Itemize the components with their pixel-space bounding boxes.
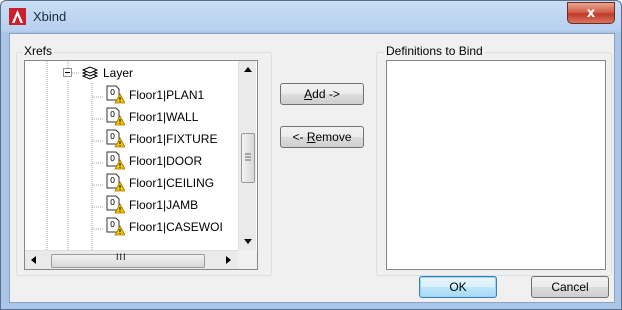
xrefs-label: Xrefs bbox=[22, 44, 55, 58]
scroll-down-icon[interactable] bbox=[244, 239, 252, 244]
xref-layer-warning-icon: 0 bbox=[106, 85, 125, 104]
definitions-list[interactable] bbox=[386, 60, 606, 270]
tree-item-label: Floor1|WALL bbox=[129, 110, 199, 124]
thumb-grip-text: III bbox=[116, 252, 127, 262]
close-icon: x bbox=[586, 5, 596, 21]
autocad-logo-icon bbox=[9, 8, 26, 25]
svg-text:0: 0 bbox=[110, 198, 115, 207]
tree-item-label: Floor1|FIXTURE bbox=[129, 132, 218, 146]
title-bar[interactable]: Xbind x bbox=[1, 1, 621, 31]
tree-item-label: Floor1|CASEWOI bbox=[129, 220, 223, 234]
horizontal-scroll-thumb[interactable]: III bbox=[51, 252, 205, 268]
vertical-scroll-thumb[interactable] bbox=[241, 133, 255, 183]
svg-text:0: 0 bbox=[110, 132, 115, 141]
tree-item-label: Floor1|CEILING bbox=[129, 176, 215, 190]
svg-text:0: 0 bbox=[110, 154, 115, 163]
scroll-corner bbox=[238, 250, 257, 269]
xref-layer-warning-icon: 0 bbox=[106, 173, 125, 192]
add-mnemonic: A bbox=[304, 87, 313, 101]
xref-layer-warning-icon: 0 bbox=[106, 195, 125, 214]
scroll-right-icon[interactable] bbox=[226, 256, 231, 264]
tree-item-label: Floor1|JAMB bbox=[129, 198, 199, 212]
xref-layer-warning-icon: 0 bbox=[106, 151, 125, 170]
svg-text:0: 0 bbox=[110, 88, 115, 97]
tree-item-label: Floor1|DOOR bbox=[129, 154, 203, 168]
definitions-label: Definitions to Bind bbox=[384, 44, 485, 58]
ok-button[interactable]: OK bbox=[419, 276, 497, 298]
remove-button[interactable]: <- Remove bbox=[280, 126, 364, 148]
xbind-dialog: Xbind x Xrefs Layer 0 Floor1|PLAN1 0 Flo… bbox=[0, 0, 622, 310]
svg-text:0: 0 bbox=[110, 110, 115, 119]
svg-text:0: 0 bbox=[110, 220, 115, 229]
xrefs-tree[interactable]: Layer 0 Floor1|PLAN1 0 Floor1|WALL 0 Floor1|F… bbox=[24, 60, 258, 270]
remove-label-post: emove bbox=[315, 130, 352, 144]
ok-label: OK bbox=[449, 280, 467, 294]
close-button[interactable]: x bbox=[567, 2, 615, 24]
scroll-left-icon[interactable] bbox=[31, 256, 36, 264]
tree-vertical-scrollbar[interactable] bbox=[238, 61, 256, 250]
remove-label-pre: <- bbox=[292, 130, 307, 144]
add-button[interactable]: Add -> bbox=[280, 83, 364, 105]
collapse-toggle-icon[interactable] bbox=[63, 68, 72, 77]
tree-horizontal-scrollbar[interactable]: III bbox=[25, 250, 238, 269]
cancel-label: Cancel bbox=[551, 280, 589, 294]
cancel-button[interactable]: Cancel bbox=[531, 276, 609, 298]
scroll-up-icon[interactable] bbox=[244, 67, 252, 72]
xref-layer-warning-icon: 0 bbox=[106, 129, 125, 148]
dialog-client: Xrefs Layer 0 Floor1|PLAN1 0 Floor1|WALL… bbox=[9, 33, 615, 303]
add-label-post: dd -> bbox=[312, 87, 340, 101]
layers-icon bbox=[81, 66, 99, 80]
xref-layer-warning-icon: 0 bbox=[106, 107, 125, 126]
tree-item-label: Floor1|PLAN1 bbox=[129, 88, 205, 102]
xref-layer-warning-icon: 0 bbox=[106, 217, 125, 236]
window-title: Xbind bbox=[33, 9, 67, 24]
tree-root-label: Layer bbox=[103, 66, 134, 80]
thumb-grip-icon bbox=[245, 153, 251, 161]
svg-text:0: 0 bbox=[110, 176, 115, 185]
